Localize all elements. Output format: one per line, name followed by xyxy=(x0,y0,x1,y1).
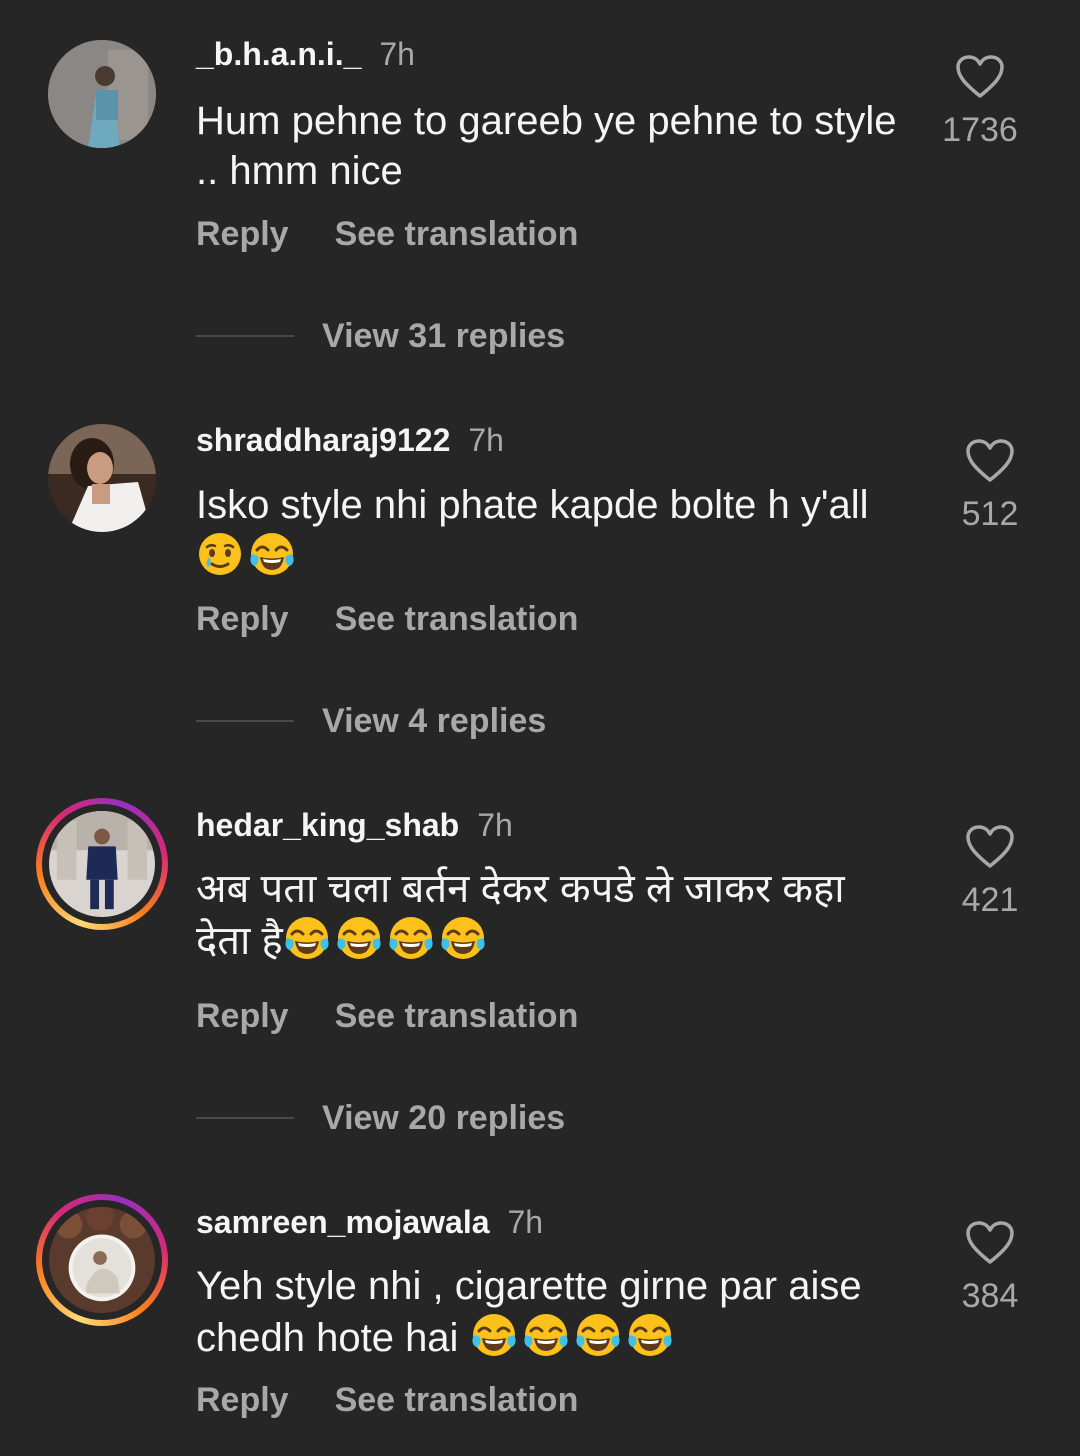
like-block: 421 xyxy=(940,824,1040,920)
avatar[interactable] xyxy=(48,424,156,532)
like-count: 384 xyxy=(961,1277,1019,1315)
comment-text: Yeh style nhi , cigarette girne par aise… xyxy=(196,1261,916,1363)
comment-header: _b.h.a.n.i._ 7h xyxy=(196,34,415,74)
avatar[interactable] xyxy=(48,40,156,148)
see-translation-button[interactable]: See translation xyxy=(335,600,579,638)
comment-actions: Reply See translation xyxy=(196,599,578,639)
like-count: 512 xyxy=(961,495,1019,533)
heart-icon[interactable] xyxy=(955,54,1005,100)
comment-text-line: देता है xyxy=(196,919,283,963)
timestamp: 7h xyxy=(379,36,415,72)
comment-text: Hum pehne to gareeb ye pehne to style ..… xyxy=(196,99,897,193)
like-count: 1736 xyxy=(942,111,1018,149)
view-replies-button[interactable]: View 4 replies xyxy=(196,701,546,741)
comment-text-line: Yeh style nhi , cigarette girne par aise xyxy=(196,1264,862,1308)
like-count: 421 xyxy=(961,881,1019,919)
divider xyxy=(196,1117,294,1119)
see-translation-button[interactable]: See translation xyxy=(335,997,579,1035)
comment-text-line: अब पता चला बर्तन देकर कपडे ले जाकर कहा xyxy=(196,867,845,911)
like-block: 512 xyxy=(940,438,1040,534)
username[interactable]: shraddharaj9122 xyxy=(196,422,450,458)
username[interactable]: _b.h.a.n.i._ xyxy=(196,36,361,72)
comment-actions: Reply See translation xyxy=(196,1380,578,1420)
avatar-story-ring[interactable] xyxy=(36,1194,168,1326)
timestamp: 7h xyxy=(507,1204,544,1240)
face-with-tears-of-joy-icon xyxy=(626,1311,674,1359)
reply-button[interactable]: Reply xyxy=(196,600,289,638)
face-with-tears-of-joy-icon xyxy=(335,914,383,962)
face-with-tears-of-joy-icon xyxy=(439,914,487,962)
see-translation-button[interactable]: See translation xyxy=(335,1381,579,1419)
face-with-tears-of-joy-icon xyxy=(470,1311,518,1359)
avatar xyxy=(49,1207,155,1313)
timestamp: 7h xyxy=(468,422,504,458)
reply-button[interactable]: Reply xyxy=(196,215,289,253)
see-translation-button[interactable]: See translation xyxy=(335,215,579,253)
comment-header: hedar_king_shab 7h xyxy=(196,805,513,845)
like-block: 1736 xyxy=(930,54,1030,150)
heart-icon[interactable] xyxy=(965,438,1015,484)
view-replies-button[interactable]: View 31 replies xyxy=(196,316,565,356)
like-block: 384 xyxy=(940,1220,1040,1316)
heart-icon[interactable] xyxy=(965,1220,1015,1266)
face-with-tears-of-joy-icon xyxy=(574,1311,622,1359)
comment-text-content: Isko style nhi phate kapde bolte h y'all xyxy=(196,483,869,527)
comment-actions: Reply See translation xyxy=(196,214,578,254)
timestamp: 7h xyxy=(477,807,513,843)
face-with-tears-of-joy-icon xyxy=(283,914,331,962)
divider xyxy=(196,720,294,722)
username[interactable]: samreen_mojawala xyxy=(196,1204,490,1240)
comment-header: samreen_mojawala 7h xyxy=(196,1202,543,1242)
heart-icon[interactable] xyxy=(965,824,1015,870)
avatar xyxy=(49,811,155,917)
divider xyxy=(196,335,294,337)
view-replies-label: View 20 replies xyxy=(322,1098,566,1137)
reply-button[interactable]: Reply xyxy=(196,1381,289,1419)
view-replies-label: View 31 replies xyxy=(322,316,566,355)
comment-header: shraddharaj9122 7h xyxy=(196,420,504,460)
view-replies-label: View 4 replies xyxy=(322,701,547,740)
face-with-tears-of-joy-icon xyxy=(387,914,435,962)
comment-text-line: chedh hote hai xyxy=(196,1316,459,1360)
face-with-tears-of-joy-icon xyxy=(522,1311,570,1359)
username[interactable]: hedar_king_shab xyxy=(196,807,459,843)
smiling-face-with-tear-icon xyxy=(196,530,244,578)
face-with-tears-of-joy-icon xyxy=(248,530,296,578)
view-replies-button[interactable]: View 20 replies xyxy=(196,1098,565,1138)
comment-actions: Reply See translation xyxy=(196,996,578,1036)
comment-text: अब पता चला बर्तन देकर कपडे ले जाकर कहा द… xyxy=(196,864,916,966)
reply-button[interactable]: Reply xyxy=(196,997,289,1035)
avatar-story-ring[interactable] xyxy=(36,798,168,930)
comment-text: Isko style nhi phate kapde bolte h y'all xyxy=(196,480,916,582)
